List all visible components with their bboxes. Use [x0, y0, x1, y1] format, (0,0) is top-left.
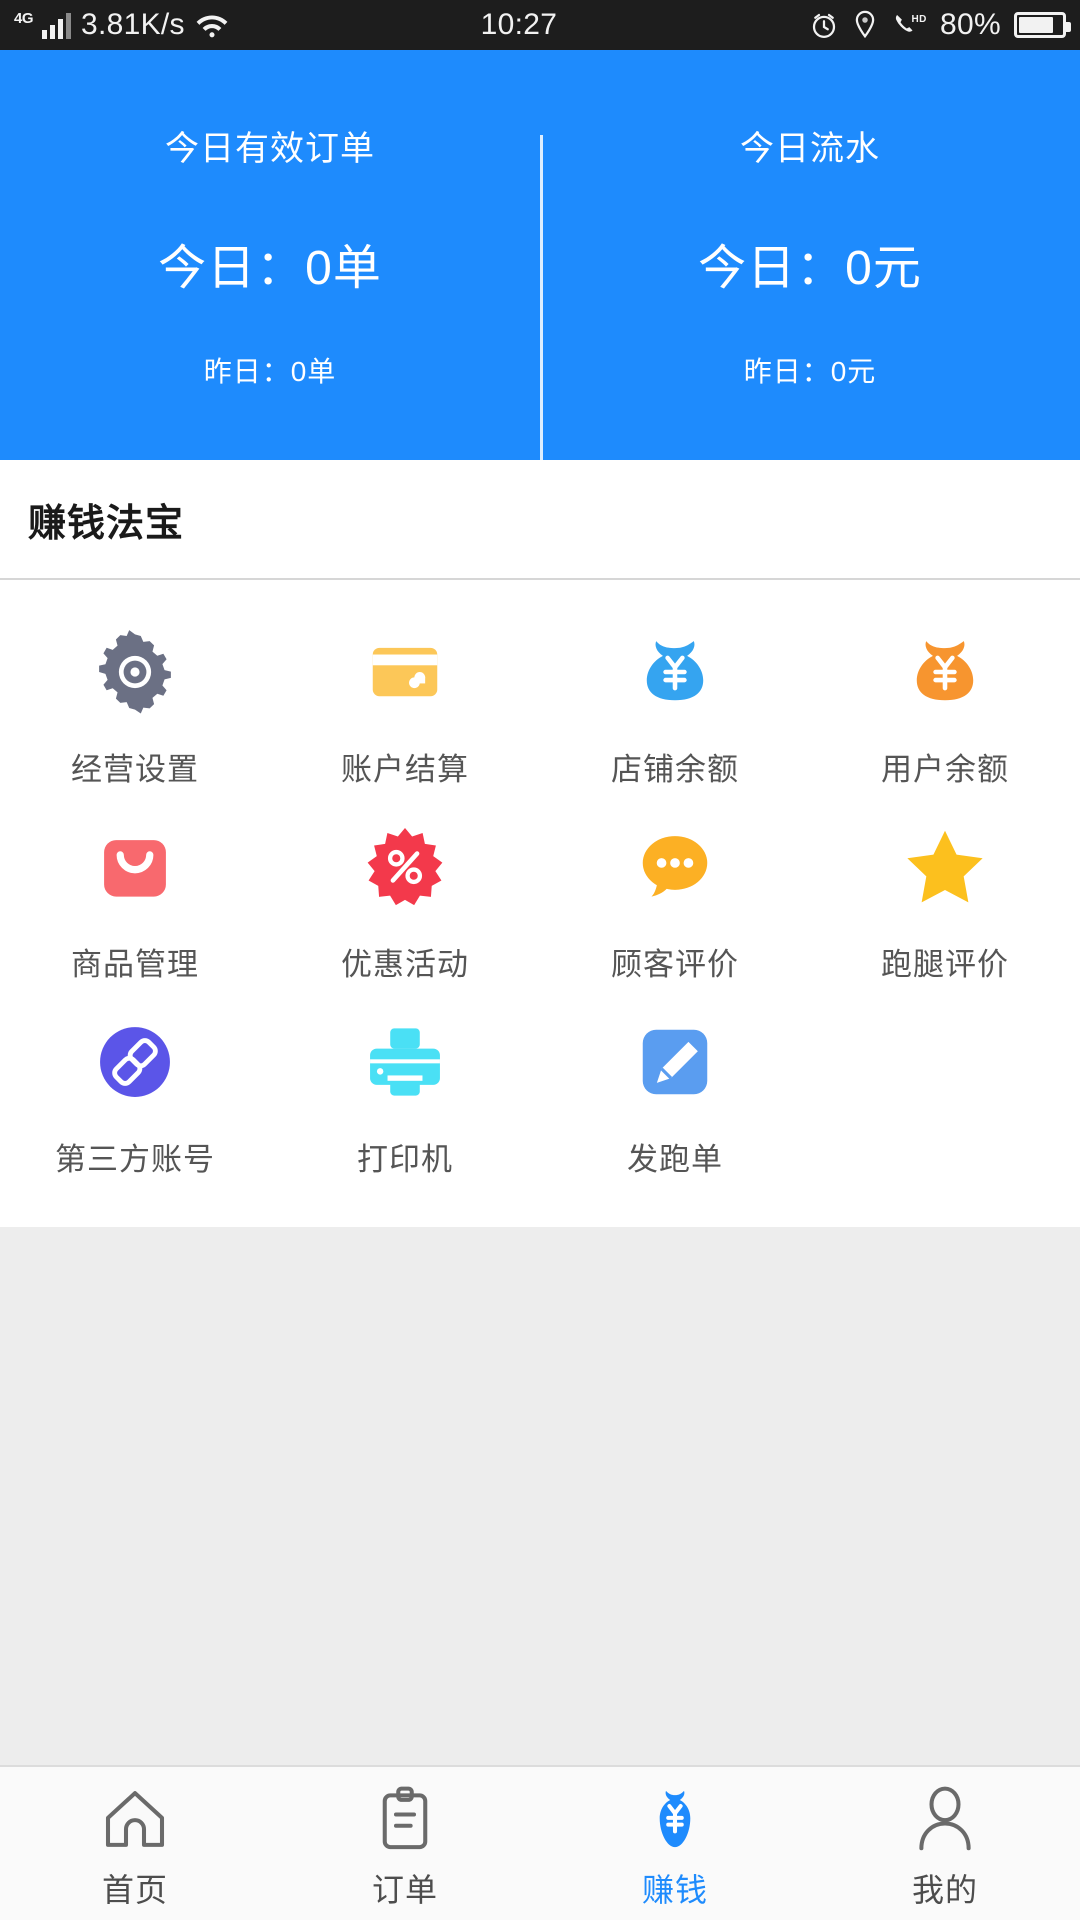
tool-item-label: 用户余额 [881, 752, 1009, 787]
tool-item-business-settings[interactable]: 经营设置 [0, 608, 270, 803]
stat-card-orders[interactable]: 今日有效订单 今日：0单 昨日：0单 [0, 121, 540, 390]
tool-item-shop-balance[interactable]: 店铺余额 [540, 608, 810, 803]
tool-item-create-errand[interactable]: 发跑单 [540, 998, 810, 1193]
tool-item-label: 顾客评价 [611, 947, 739, 982]
network-speed-label: 3.81K/s [81, 8, 185, 41]
shopping-bag-icon [89, 821, 181, 913]
battery-percent-label: 80% [940, 8, 1001, 41]
alarm-icon [812, 13, 836, 38]
status-bar: 4G 3.81K/s 10:27 HD 80% [0, 0, 1080, 50]
tab-earn[interactable]: 赚钱 [540, 1777, 810, 1911]
tools-card-header: 赚钱法宝 [0, 460, 1080, 580]
tool-item-label: 店铺余额 [611, 752, 739, 787]
bank-card-icon [359, 626, 451, 718]
tab-label: 赚钱 [641, 1871, 708, 1908]
pencil-icon [629, 1016, 721, 1108]
tool-item-label: 账户结算 [341, 752, 469, 787]
location-icon [855, 10, 875, 39]
money-bag-icon [629, 626, 721, 718]
clock-label: 10:27 [480, 8, 558, 41]
chat-bubble-icon [629, 821, 721, 913]
status-bar-right: HD 80% [809, 8, 1071, 42]
stat-card-revenue[interactable]: 今日流水 今日：0元 昨日：0元 [540, 121, 1080, 390]
tool-item-label: 打印机 [357, 1142, 453, 1177]
home-icon [99, 1777, 171, 1855]
signal-icon: 4G [14, 9, 71, 39]
star-icon [899, 821, 991, 913]
network-type-label: 4G [14, 9, 34, 27]
tool-item-customer-reviews[interactable]: 顾客评价 [540, 803, 810, 998]
clipboard-icon [369, 1777, 441, 1855]
tool-item-label: 经营设置 [71, 752, 199, 787]
money-bag-icon [899, 626, 991, 718]
tab-label: 订单 [371, 1871, 438, 1908]
tool-item-account-settlement[interactable]: 账户结算 [270, 608, 540, 803]
tab-orders[interactable]: 订单 [270, 1777, 540, 1911]
status-bar-center: 10:27 [229, 8, 809, 42]
money-bag-icon [639, 1777, 711, 1855]
person-icon [909, 1777, 981, 1855]
tool-item-courier-reviews[interactable]: 跑腿评价 [810, 803, 1080, 998]
stat-yesterday-value: 昨日：0元 [743, 355, 877, 387]
stat-yesterday-value: 昨日：0单 [203, 355, 337, 387]
tool-item-promotions[interactable]: 优惠活动 [270, 803, 540, 998]
stats-header: 今日有效订单 今日：0单 昨日：0单 今日流水 今日：0元 昨日：0元 [0, 50, 1080, 470]
app-screen: 4G 3.81K/s 10:27 HD 80% 今日有效订单 今日：0单 昨日：… [0, 0, 1080, 1920]
tool-item-label: 商品管理 [71, 947, 199, 982]
status-bar-left: 4G 3.81K/s [14, 8, 229, 42]
tool-item-third-party-account[interactable]: 第三方账号 [0, 998, 270, 1193]
tools-card: 赚钱法宝 经营设置 账户结算 店铺余额 用户余额 商品管理 优惠活动 顾客评价 … [0, 460, 1080, 1227]
page-title: 赚钱法宝 [28, 502, 185, 545]
tool-item-label: 发跑单 [627, 1142, 723, 1177]
printer-icon [359, 1016, 451, 1108]
tab-label: 我的 [911, 1871, 978, 1908]
tool-item-product-management[interactable]: 商品管理 [0, 803, 270, 998]
gear-icon [89, 626, 181, 718]
stat-title: 今日流水 [740, 129, 880, 168]
bottom-tab-bar: 首页 订单 赚钱 我的 [0, 1765, 1080, 1920]
discount-icon [359, 821, 451, 913]
tool-item-label: 跑腿评价 [881, 947, 1009, 982]
tool-item-user-balance[interactable]: 用户余额 [810, 608, 1080, 803]
stat-today-value: 今日：0元 [698, 241, 922, 295]
stat-title: 今日有效订单 [165, 129, 375, 168]
svg-text:HD: HD [912, 14, 927, 25]
battery-icon [1014, 12, 1071, 38]
stat-today-value: 今日：0单 [158, 241, 382, 295]
tab-profile[interactable]: 我的 [810, 1777, 1080, 1911]
tab-label: 首页 [101, 1871, 168, 1908]
tools-grid: 经营设置 账户结算 店铺余额 用户余额 商品管理 优惠活动 顾客评价 跑腿评价 … [0, 580, 1080, 1227]
tool-item-label: 优惠活动 [341, 947, 469, 982]
link-icon [89, 1016, 181, 1108]
tool-item-label: 第三方账号 [55, 1142, 215, 1177]
empty-content-area [0, 1227, 1080, 1765]
wifi-icon [196, 15, 228, 38]
hd-call-icon: HD [895, 14, 927, 32]
tool-item-printer[interactable]: 打印机 [270, 998, 540, 1193]
stats-divider [540, 135, 543, 470]
tab-home[interactable]: 首页 [0, 1777, 270, 1911]
